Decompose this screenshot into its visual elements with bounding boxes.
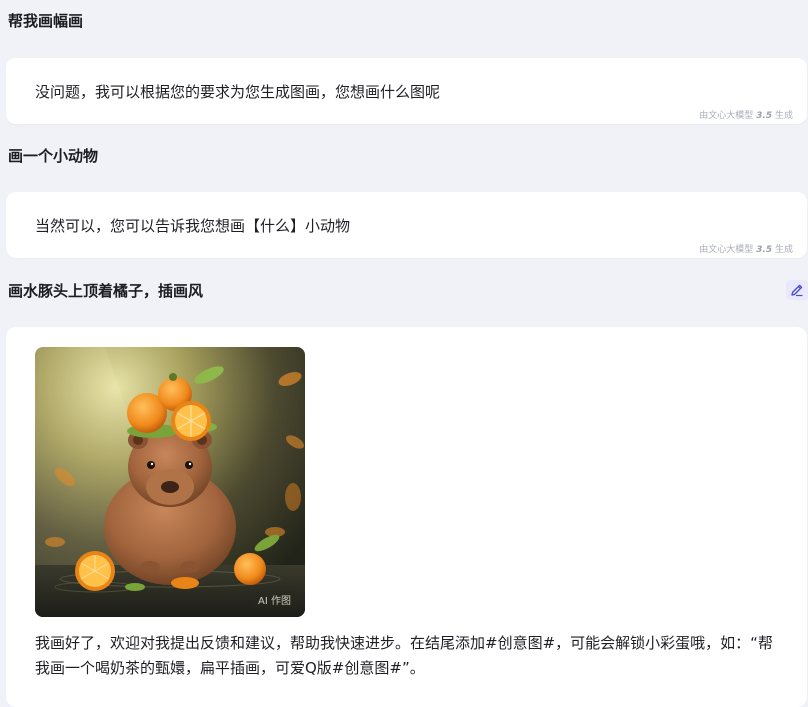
generated-image[interactable]: AI 作图 — [35, 347, 305, 617]
bot-reply-card: 没问题，我可以根据您的要求为您生成图画，您想画什么图呢 由文心大模型 3.5 生… — [6, 58, 807, 124]
model-footnote: 由文心大模型 3.5 生成 — [699, 245, 793, 255]
bot-reply-card: 当然可以，您可以告诉我您想画【什么】小动物 由文心大模型 3.5 生成 — [6, 192, 807, 258]
bot-reply-text: 没问题，我可以根据您的要求为您生成图画，您想画什么图呢 — [35, 83, 441, 101]
capybara-illustration — [35, 347, 305, 617]
user-message: 画一个小动物 — [8, 147, 99, 165]
bot-reply-text: 我画好了，欢迎对我提出反馈和建议，帮助我快速进步。在结尾添加#创意图#，可能会解… — [35, 634, 773, 677]
bot-reply-card: AI 作图 我画好了，欢迎对我提出反馈和建议，帮助我快速进步。在结尾添加#创意图… — [6, 327, 807, 707]
pencil-icon — [791, 284, 803, 297]
edit-message-button[interactable] — [786, 280, 808, 300]
ai-image-badge: AI 作图 — [252, 591, 297, 608]
bot-reply-text: 当然可以，您可以告诉我您想画【什么】小动物 — [35, 217, 351, 235]
model-footnote: 由文心大模型 3.5 生成 — [699, 111, 793, 121]
user-message: 帮我画幅画 — [8, 12, 84, 30]
user-message: 画水豚头上顶着橘子，插画风 — [8, 282, 204, 300]
